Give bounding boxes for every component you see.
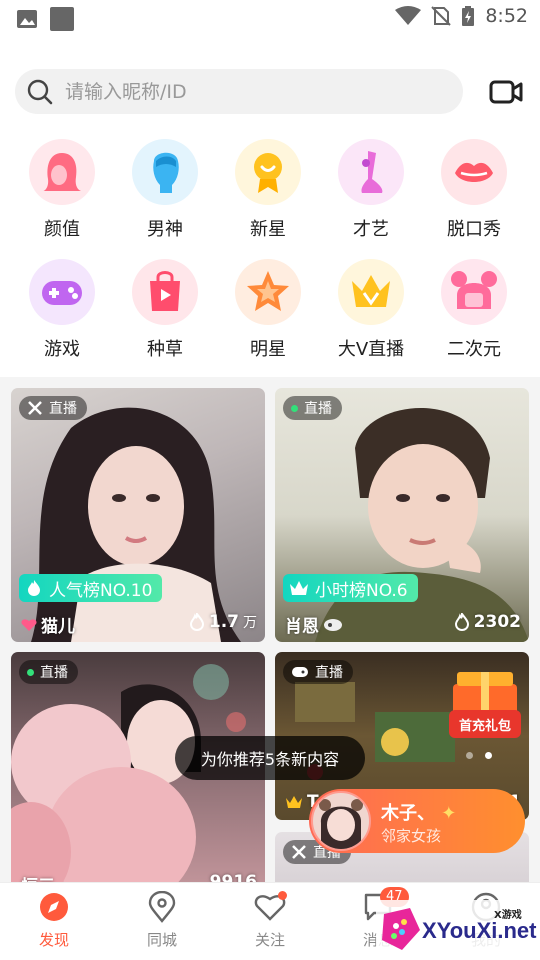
male-god-icon: [132, 139, 198, 205]
carousel-dots: [466, 752, 492, 759]
image-notification-icon: [17, 10, 37, 28]
rank-badge: 人气榜NO.10: [19, 574, 163, 602]
celebrity-star-icon: [235, 259, 301, 325]
tools-icon: [28, 401, 42, 415]
anchor-popup[interactable]: 木子、 ✦ 邻家女孩: [309, 789, 525, 853]
nav-label: 发现: [38, 931, 69, 949]
tab-discover[interactable]: 发现: [14, 891, 94, 950]
category-label: 大V直播: [337, 339, 405, 360]
battery-charging-icon: [462, 6, 475, 26]
flame-outline-icon: [189, 613, 204, 631]
tab-follow[interactable]: 关注: [230, 891, 310, 950]
talent-icon: [338, 139, 404, 205]
recommend-toast: 为你推荐5条新内容: [175, 736, 365, 780]
viewer-count: 9916: [209, 872, 257, 882]
app-notification-icon: [50, 7, 74, 31]
category-label: 明星: [250, 339, 286, 360]
search-bar[interactable]: [15, 69, 463, 114]
status-time: 8:52: [485, 5, 528, 27]
face-icon: [29, 139, 95, 205]
avatar: [311, 791, 371, 851]
carousel-dot: [466, 752, 473, 759]
live-card[interactable]: 直播 小时榜NO.6 肖恩 2302: [275, 388, 529, 642]
category-game[interactable]: 游戏: [12, 259, 112, 361]
streamer-thumbnail: [315, 408, 529, 642]
tab-nearby[interactable]: 同城: [122, 890, 202, 950]
live-card[interactable]: 直播 人气榜NO.10 猫儿 1.7 万: [11, 388, 265, 642]
category-male-god[interactable]: 男神: [115, 139, 215, 241]
category-talk-show[interactable]: 脱口秀: [424, 139, 524, 241]
talk-show-icon: [441, 139, 507, 205]
category-label: 才艺: [353, 219, 389, 240]
gift-box-icon: 首充礼包: [449, 672, 521, 738]
category-label: 脱口秀: [447, 219, 501, 240]
category-grid: 颜值 男神 新星 才艺 脱口秀 游戏 种草 明星 大V直播 二次元: [0, 137, 540, 367]
rank-badge: 小时榜NO.6: [283, 574, 418, 602]
category-label: 颜值: [44, 219, 80, 240]
streamer-name: 猫儿: [21, 612, 75, 637]
category-label: 新星: [250, 219, 286, 240]
nav-label: 同城: [146, 931, 177, 949]
live-badge: 直播: [19, 660, 78, 684]
live-badge: 直播: [19, 396, 87, 420]
crown-icon: [338, 259, 404, 325]
wifi-icon: [395, 6, 422, 25]
streamer-name: 肖恩: [285, 612, 343, 637]
crown-level-icon: [286, 796, 302, 808]
category-label: 种草: [147, 339, 183, 360]
live-badge: 直播: [283, 660, 353, 684]
crown-small-icon: [290, 581, 308, 595]
heart-level-icon: [21, 618, 37, 631]
viewer-count: 1.7 万: [189, 612, 257, 632]
category-new-star[interactable]: 新星: [218, 139, 318, 241]
nav-label: 关注: [254, 931, 285, 949]
category-label: 男神: [147, 219, 183, 240]
category-shopping[interactable]: 种草: [115, 259, 215, 361]
category-talent[interactable]: 才艺: [321, 139, 421, 241]
anchor-subtitle: 邻家女孩: [381, 827, 442, 845]
live-badge: 直播: [283, 396, 342, 420]
category-label: 二次元: [447, 339, 501, 360]
heart-icon: [254, 891, 287, 923]
new-star-icon: [235, 139, 301, 205]
viewer-count: 2302: [454, 612, 521, 632]
game-icon: [29, 259, 95, 325]
no-sim-icon: [431, 6, 452, 26]
search-input[interactable]: [65, 69, 445, 114]
category-face[interactable]: 颜值: [12, 139, 112, 241]
flame-outline-icon: [454, 613, 469, 631]
fire-icon: [28, 580, 40, 596]
category-big-v-live[interactable]: 大V直播: [321, 259, 421, 361]
streamer-thumbnail: [31, 407, 241, 642]
discover-icon: [38, 891, 70, 923]
anime-icon: [441, 259, 507, 325]
location-icon: [146, 890, 178, 923]
tools-icon: [292, 845, 306, 859]
notification-dot: [278, 891, 287, 900]
live-dot-icon: [291, 404, 298, 412]
live-dot-icon: [27, 668, 34, 676]
status-bar: 8:52: [0, 0, 540, 40]
video-camera-icon[interactable]: [488, 74, 524, 110]
category-anime[interactable]: 二次元: [424, 259, 524, 361]
carousel-dot-active: [485, 752, 492, 759]
watermark-text: XYouXi.net: [422, 918, 537, 943]
gamepad-small-icon: [292, 667, 308, 677]
category-celebrity[interactable]: 明星: [218, 259, 318, 361]
anchor-name: 木子、 ✦: [381, 803, 457, 824]
sheep-badge-icon: [324, 618, 342, 631]
streamer-name: 恒元: [21, 872, 55, 882]
svg-text:首充礼包: 首充礼包: [459, 718, 511, 734]
shopping-bag-icon: [132, 259, 198, 325]
search-icon: [27, 79, 53, 105]
first-recharge-gift[interactable]: 首充礼包: [447, 666, 523, 742]
category-label: 游戏: [44, 339, 80, 360]
